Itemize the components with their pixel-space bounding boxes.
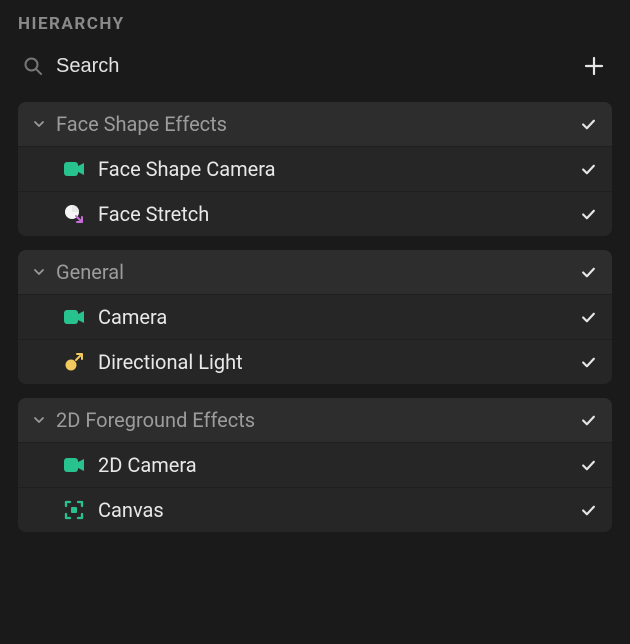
add-button[interactable]: [580, 52, 608, 80]
group-label: Face Shape Effects: [56, 112, 568, 136]
chevron-down-icon: [32, 413, 46, 427]
item-label: Face Stretch: [98, 202, 566, 226]
check-icon[interactable]: [578, 455, 598, 475]
chevron-down-icon: [32, 265, 46, 279]
check-icon[interactable]: [578, 307, 598, 327]
item-label: Face Shape Camera: [98, 157, 566, 181]
directional-light-icon: [62, 350, 86, 374]
camera-icon: [62, 453, 86, 477]
check-icon[interactable]: [578, 352, 598, 372]
group-general: General Camera: [18, 250, 612, 384]
group-header[interactable]: 2D Foreground Effects: [18, 398, 612, 442]
group-label: General: [56, 260, 568, 284]
check-icon[interactable]: [578, 410, 598, 430]
hierarchy-item[interactable]: Face Shape Camera: [18, 146, 612, 191]
check-icon[interactable]: [578, 114, 598, 134]
check-icon[interactable]: [578, 262, 598, 282]
group-face-shape-effects: Face Shape Effects Face Shape Camera: [18, 102, 612, 236]
hierarchy-item[interactable]: 2D Camera: [18, 442, 612, 487]
search-input[interactable]: [56, 55, 568, 78]
item-label: Canvas: [98, 498, 566, 522]
item-label: 2D Camera: [98, 453, 566, 477]
group-label: 2D Foreground Effects: [56, 408, 568, 432]
hierarchy-item[interactable]: Canvas: [18, 487, 612, 532]
search-row: [18, 52, 612, 80]
item-label: Camera: [98, 305, 566, 329]
hierarchy-item[interactable]: Face Stretch: [18, 191, 612, 236]
group-2d-foreground-effects: 2D Foreground Effects 2D Camera: [18, 398, 612, 532]
panel-title: HIERARCHY: [18, 14, 612, 34]
camera-icon: [62, 305, 86, 329]
group-header[interactable]: Face Shape Effects: [18, 102, 612, 146]
chevron-down-icon: [32, 117, 46, 131]
face-stretch-icon: [62, 202, 86, 226]
check-icon[interactable]: [578, 500, 598, 520]
item-label: Directional Light: [98, 350, 566, 374]
hierarchy-item[interactable]: Camera: [18, 294, 612, 339]
check-icon[interactable]: [578, 204, 598, 224]
search-icon: [22, 55, 44, 77]
canvas-icon: [62, 498, 86, 522]
hierarchy-item[interactable]: Directional Light: [18, 339, 612, 384]
group-header[interactable]: General: [18, 250, 612, 294]
check-icon[interactable]: [578, 159, 598, 179]
camera-icon: [62, 157, 86, 181]
hierarchy-panel: HIERARCHY Face Shape Effects: [0, 0, 630, 644]
